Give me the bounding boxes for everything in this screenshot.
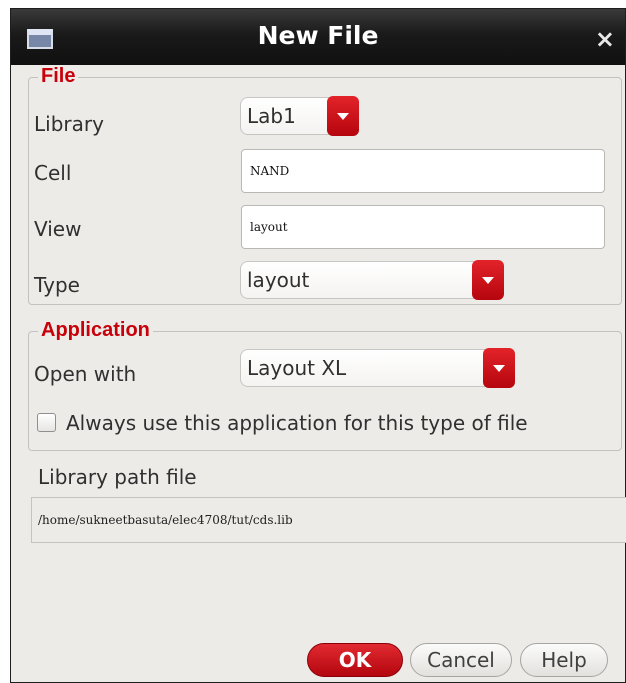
- library-label: Library: [34, 112, 104, 136]
- cell-field[interactable]: [241, 149, 605, 193]
- cancel-button[interactable]: Cancel: [410, 643, 512, 677]
- file-group-legend: File: [38, 65, 79, 87]
- library-path-field[interactable]: /home/sukneetbasuta/elec4708/tut/cds.lib: [31, 497, 626, 543]
- application-group-legend: Application: [38, 319, 153, 341]
- cell-label: Cell: [34, 161, 72, 185]
- library-select[interactable]: Lab1: [240, 96, 359, 136]
- open-with-select-value: Layout XL: [247, 356, 347, 380]
- chevron-down-icon: [472, 260, 504, 300]
- new-file-dialog: New File × File Library Lab1 Cell View T…: [10, 8, 626, 683]
- library-path-label: Library path file: [38, 465, 197, 489]
- type-select-value: layout: [247, 268, 310, 292]
- close-icon[interactable]: ×: [595, 25, 615, 53]
- view-field[interactable]: [241, 205, 605, 249]
- dialog-title: New File: [257, 21, 379, 50]
- ok-button[interactable]: OK: [307, 643, 403, 677]
- chevron-down-icon: [327, 96, 359, 136]
- chevron-down-icon: [483, 348, 515, 388]
- open-with-select[interactable]: Layout XL: [240, 348, 515, 388]
- type-select[interactable]: layout: [240, 260, 504, 300]
- library-select-value: Lab1: [247, 104, 296, 128]
- help-button[interactable]: Help: [520, 643, 608, 677]
- open-with-label: Open with: [34, 362, 137, 386]
- title-bar[interactable]: New File ×: [11, 9, 625, 65]
- always-use-label[interactable]: Always use this application for this typ…: [66, 411, 528, 435]
- type-label: Type: [34, 273, 80, 297]
- view-label: View: [34, 217, 82, 241]
- always-use-checkbox[interactable]: [37, 413, 56, 432]
